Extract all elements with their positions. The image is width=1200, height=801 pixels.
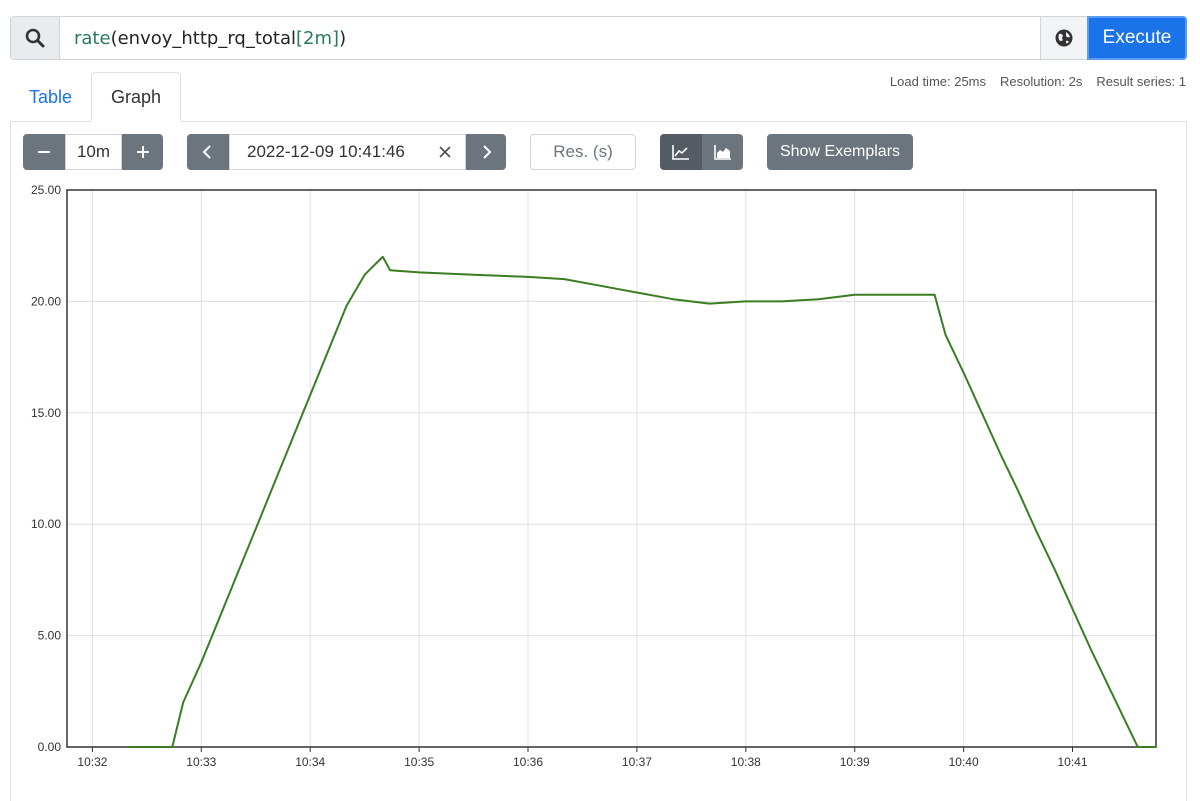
time-back-button[interactable] — [187, 134, 229, 170]
chevron-left-icon — [202, 145, 211, 159]
end-time-input[interactable]: 2022-12-09 10:41:46 — [229, 134, 466, 170]
time-forward-button[interactable] — [466, 134, 506, 170]
query-open-bracket: [ — [296, 27, 304, 49]
globe-icon — [1055, 29, 1073, 47]
unstacked-chart-button[interactable] — [660, 134, 702, 170]
query-duration: 2m — [303, 27, 333, 49]
minus-icon — [38, 151, 50, 153]
search-icon — [11, 17, 60, 59]
query-function: rate — [74, 27, 111, 49]
range-input[interactable]: 10m — [65, 134, 122, 170]
plus-icon — [136, 146, 149, 158]
query-bar: rate(envoy_http_rq_total[2m]) Execute — [10, 16, 1187, 60]
resolution-placeholder: Res. (s) — [553, 142, 613, 161]
graph-panel — [10, 121, 1187, 801]
result-series: Result series: 1 — [1096, 74, 1186, 89]
metrics-explorer-button[interactable] — [1040, 17, 1087, 59]
show-exemplars-button[interactable]: Show Exemplars — [767, 134, 913, 170]
decrease-range-button[interactable] — [23, 134, 65, 170]
expression-input[interactable]: rate(envoy_http_rq_total[2m]) — [60, 17, 1040, 59]
chevron-right-icon — [483, 145, 492, 159]
increase-range-button[interactable] — [122, 134, 163, 170]
resolution-input[interactable]: Res. (s) — [530, 134, 636, 170]
query-close-paren: ) — [339, 27, 347, 49]
end-time-value: 2022-12-09 10:41:46 — [247, 142, 405, 161]
execute-button[interactable]: Execute — [1087, 16, 1187, 60]
tab-graph[interactable]: Graph — [91, 72, 182, 122]
query-close-bracket: ] — [332, 27, 340, 49]
area-chart-icon — [713, 145, 731, 160]
load-time: Load time: 25ms — [889, 74, 987, 89]
query-open-paren: ( — [110, 27, 118, 49]
query-stats: Load time: 25ms Resolution: 2s Result se… — [890, 74, 1186, 89]
stacked-chart-button[interactable] — [702, 134, 743, 170]
view-tabs: Table Graph — [10, 72, 182, 122]
resolution-stat: Resolution: 2s — [1000, 74, 1083, 89]
clear-end-time-icon[interactable] — [437, 144, 453, 160]
line-chart-icon — [672, 145, 689, 160]
tab-table[interactable]: Table — [10, 72, 91, 122]
query-metric: envoy_http_rq_total — [117, 27, 297, 49]
